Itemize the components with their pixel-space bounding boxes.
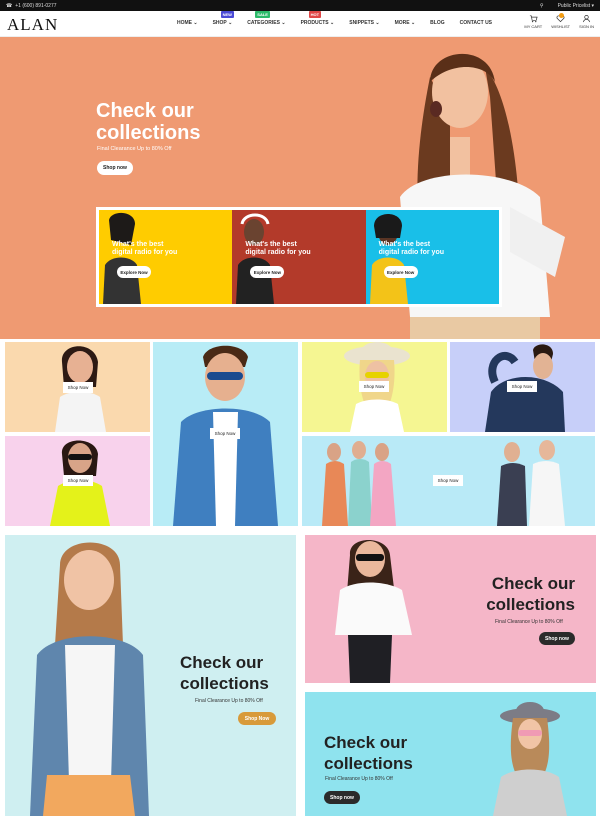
signin-button[interactable]: SIGN IN — [579, 14, 594, 29]
top-bar: ☎ +1 (600) 891-0277 ⚲ Public Pricelist ▾ — [0, 0, 600, 11]
menu-home[interactable]: HOME ⌄ — [177, 20, 198, 26]
shop-now-button[interactable]: Shop Now — [359, 381, 389, 392]
feature-person-image — [103, 212, 141, 304]
feature-card-3: What's the best digital radio for you Exp… — [365, 210, 499, 304]
grid-tile-6[interactable]: Shop Now — [302, 436, 595, 526]
promo-title: Check our collections — [486, 574, 575, 614]
wishlist-button[interactable]: WISHLIST — [551, 13, 570, 29]
promo-shop-now-button[interactable]: Shop now — [324, 791, 360, 804]
promo-title: Check our collections — [180, 653, 269, 693]
phone-icon: ☎ — [6, 2, 13, 9]
new-badge: NEW — [220, 11, 234, 18]
user-icon — [583, 14, 591, 23]
grid-tile-5[interactable]: Shop Now — [450, 342, 595, 432]
feature-card-1: What's the best digital radio for you Exp… — [99, 210, 233, 304]
model-group-image — [322, 441, 396, 526]
feature-card-title: What's the best digital radio for you — [378, 241, 444, 256]
promo-shop-now-button[interactable]: Shop Now — [238, 712, 276, 725]
search-icon[interactable]: ⚲ — [540, 3, 544, 9]
model-image — [30, 542, 149, 816]
hero-subtitle: Final Clearance Up to 80% Off — [97, 146, 172, 152]
main-header: ALAN HOME ⌄ NEW SHOP ⌄ SALE CATEGORIES ⌄ H… — [0, 11, 600, 37]
header-actions: MY CART WISHLIST SIGN IN — [524, 13, 594, 29]
shop-now-button[interactable]: Shop Now — [63, 382, 93, 393]
menu-products[interactable]: HOT PRODUCTS ⌄ — [301, 11, 334, 26]
promo-title: Check our collections — [324, 733, 413, 773]
hot-badge: HOT — [308, 11, 322, 18]
shop-now-button[interactable]: Shop Now — [433, 475, 463, 486]
menu-more[interactable]: MORE ⌄ — [395, 20, 416, 26]
grid-tile-2[interactable]: Shop Now — [5, 436, 150, 526]
phone-number: +1 (600) 891-0277 — [15, 2, 57, 9]
shop-now-button[interactable]: Shop Now — [210, 428, 240, 439]
promo-block-1: Check our collections Final Clearance Up … — [5, 535, 296, 816]
feature-card-title: What's the best digital radio for you — [245, 241, 311, 256]
cart-icon — [529, 15, 538, 23]
promo-shop-now-button[interactable]: Shop now — [539, 632, 575, 645]
hero-title: Check our collections — [96, 100, 201, 144]
promo-subtitle: Final Clearance Up to 80% Off — [325, 776, 393, 782]
feature-person-image — [369, 214, 408, 304]
feature-card-title: What's the best digital radio for you — [112, 241, 178, 256]
menu-shop[interactable]: NEW SHOP ⌄ — [213, 11, 234, 26]
promo-subtitle: Final Clearance Up to 80% Off — [495, 619, 563, 625]
menu-categories[interactable]: SALE CATEGORIES ⌄ — [247, 11, 286, 26]
shop-now-button[interactable]: Shop Now — [507, 381, 537, 392]
hero-shop-now-button[interactable]: Shop now — [97, 161, 133, 175]
menu-contact[interactable]: CONTACT US — [460, 20, 492, 26]
promo-block-2: Check our collections Final Clearance Up … — [305, 535, 596, 683]
promo-block-3: Check our collections Final Clearance Up … — [305, 692, 596, 816]
menu-snippets[interactable]: SNIPPETS ⌄ — [349, 20, 379, 26]
model-image — [335, 540, 412, 683]
phone-contact[interactable]: ☎ +1 (600) 891-0277 — [6, 3, 57, 9]
cart-button[interactable]: MY CART — [524, 14, 542, 29]
model-group-image — [497, 440, 565, 526]
pricelist-selector[interactable]: Public Pricelist ▾ — [558, 3, 594, 9]
grid-tile-3[interactable]: Shop Now — [153, 342, 298, 526]
sale-badge: SALE — [255, 11, 270, 18]
grid-tile-1[interactable]: Shop Now — [5, 342, 150, 432]
hero-banner: Check our collections Final Clearance Up … — [0, 37, 600, 339]
model-image — [493, 702, 567, 816]
shop-now-button[interactable]: Shop Now — [63, 475, 93, 486]
explore-now-button[interactable]: Explore Now — [117, 266, 151, 278]
explore-now-button[interactable]: Explore Now — [383, 266, 418, 278]
site-logo[interactable]: ALAN — [7, 15, 58, 35]
promo-subtitle: Final Clearance Up to 80% Off — [195, 698, 263, 704]
hero-feature-strip: What's the best digital radio for you Exp… — [96, 207, 502, 307]
menu-blog[interactable]: BLOG — [430, 20, 444, 26]
grid-tile-4[interactable]: Shop Now — [302, 342, 447, 432]
explore-now-button[interactable]: Explore Now — [250, 266, 285, 278]
feature-person-image — [236, 213, 275, 304]
feature-card-2: What's the best digital radio for you Exp… — [232, 210, 366, 304]
main-menu: HOME ⌄ NEW SHOP ⌄ SALE CATEGORIES ⌄ HOT PRO… — [177, 11, 507, 26]
